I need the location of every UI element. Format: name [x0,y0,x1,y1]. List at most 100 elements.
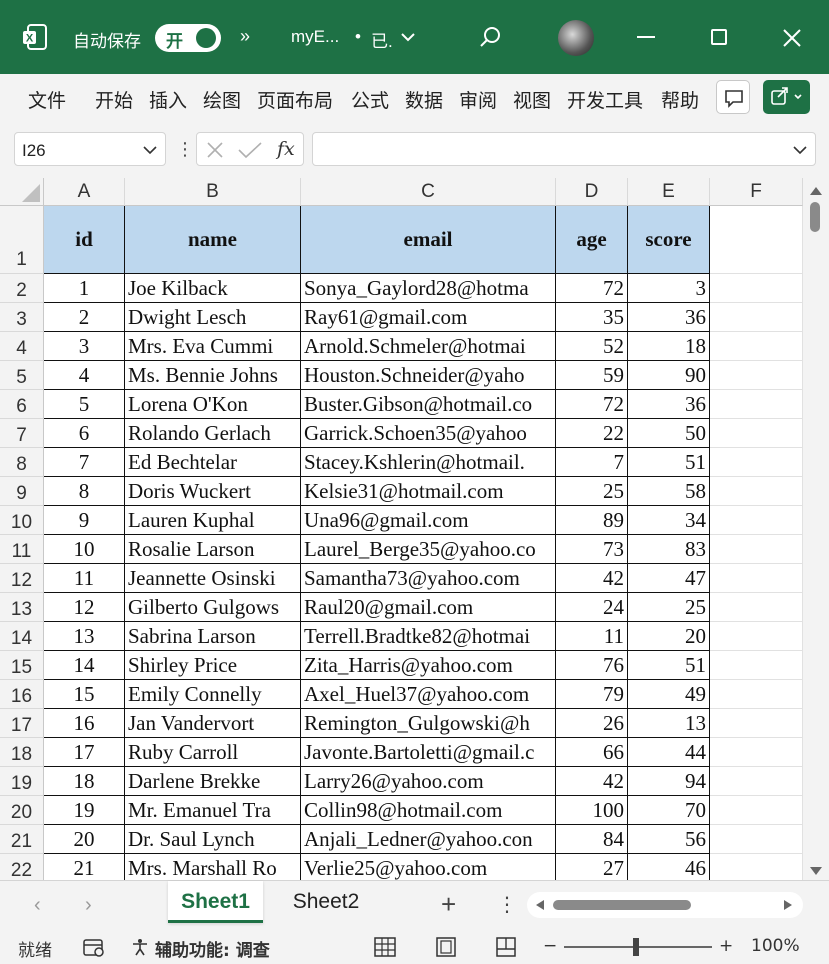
chevron-down-icon[interactable] [792,142,808,158]
table-cell[interactable]: Emily Connelly [125,680,301,709]
table-cell[interactable]: 46 [628,854,710,880]
empty-cell[interactable] [710,332,803,361]
table-cell[interactable]: 44 [628,738,710,767]
formula-input[interactable] [312,132,816,166]
column-header[interactable]: D [556,178,628,206]
empty-cell[interactable] [710,206,803,274]
table-cell[interactable]: Jeannette Osinski [125,564,301,593]
horizontal-scroll-thumb[interactable] [553,900,691,910]
table-cell[interactable]: 7 [556,448,628,477]
sheet-options-button[interactable]: ⋮ [497,892,517,917]
table-cell[interactable]: Garrick.Schoen35@yahoo [301,419,556,448]
table-cell[interactable]: 42 [556,564,628,593]
table-cell[interactable]: 22 [556,419,628,448]
sheet-tab-sheet1[interactable]: Sheet1 [168,881,263,923]
zoom-slider-thumb[interactable] [633,938,639,956]
next-sheet-icon[interactable]: › [85,894,92,917]
tab-insert[interactable]: 插入 [149,86,187,113]
row-header[interactable]: 4 [0,332,44,361]
accessibility-icon[interactable] [130,937,150,957]
empty-cell[interactable] [710,419,803,448]
table-cell[interactable]: Buster.Gibson@hotmail.co [301,390,556,419]
table-cell[interactable]: Jan Vandervort [125,709,301,738]
table-cell[interactable]: 66 [556,738,628,767]
empty-cell[interactable] [710,709,803,738]
table-cell[interactable]: 34 [628,506,710,535]
empty-cell[interactable] [710,680,803,709]
table-cell[interactable]: Lauren Kuphal [125,506,301,535]
table-cell[interactable]: 18 [44,767,125,796]
table-cell[interactable]: 26 [556,709,628,738]
row-header[interactable]: 10 [0,506,44,535]
table-cell[interactable]: 11 [44,564,125,593]
table-cell[interactable]: Sonya_Gaylord28@hotma [301,274,556,303]
zoom-level[interactable]: 100% [751,936,800,956]
saved-status[interactable]: 已. [371,27,393,52]
table-cell[interactable]: 83 [628,535,710,564]
table-cell[interactable]: 20 [44,825,125,854]
tab-data[interactable]: 数据 [405,86,443,113]
table-cell[interactable]: Verlie25@yahoo.com [301,854,556,880]
table-cell[interactable]: Kelsie31@hotmail.com [301,477,556,506]
table-cell[interactable]: Dwight Lesch [125,303,301,332]
row-header[interactable]: 12 [0,564,44,593]
insert-function-button[interactable]: fx [277,138,295,160]
column-header[interactable]: B [125,178,301,206]
table-cell[interactable]: Darlene Brekke [125,767,301,796]
chevron-down-icon[interactable] [142,142,158,158]
table-cell[interactable]: 90 [628,361,710,390]
empty-cell[interactable] [710,535,803,564]
cancel-icon[interactable] [205,140,225,160]
minimize-icon[interactable] [637,36,655,38]
table-cell[interactable]: 8 [44,477,125,506]
table-cell[interactable]: 47 [628,564,710,593]
table-cell[interactable]: 51 [628,651,710,680]
table-cell[interactable]: 58 [628,477,710,506]
avatar[interactable] [558,20,594,56]
table-cell[interactable]: Mrs. Eva Cummi [125,332,301,361]
table-cell[interactable]: 10 [44,535,125,564]
table-cell[interactable]: 9 [44,506,125,535]
table-cell[interactable]: 73 [556,535,628,564]
table-cell[interactable]: Sabrina Larson [125,622,301,651]
row-header[interactable]: 22 [0,854,44,880]
table-cell[interactable]: 17 [44,738,125,767]
row-header[interactable]: 20 [0,796,44,825]
row-header[interactable]: 1 [0,206,44,274]
name-box[interactable]: I26 [14,132,166,166]
table-cell[interactable]: 84 [556,825,628,854]
table-cell[interactable]: Larry26@yahoo.com [301,767,556,796]
row-header[interactable]: 21 [0,825,44,854]
table-cell[interactable]: Shirley Price [125,651,301,680]
prev-sheet-icon[interactable]: ‹ [34,894,41,917]
row-header[interactable]: 15 [0,651,44,680]
row-header[interactable]: 2 [0,274,44,303]
table-cell[interactable]: 14 [44,651,125,680]
scroll-up-icon[interactable] [809,186,823,196]
formula-bar-options[interactable]: ⋮ [176,139,194,160]
sheet-tab-sheet2[interactable]: Sheet2 [280,881,372,923]
scroll-down-icon[interactable] [809,866,823,876]
table-cell[interactable]: Houston.Schneider@yaho [301,361,556,390]
empty-cell[interactable] [710,274,803,303]
worksheet-grid[interactable]: A B C D E F 1 id name email age score 2 1 Joe Kilback S… [0,178,829,880]
table-cell[interactable]: 94 [628,767,710,796]
row-header[interactable]: 11 [0,535,44,564]
excel-app-icon[interactable]: X [22,24,48,50]
chevron-down-icon[interactable] [399,28,417,46]
header-cell[interactable]: score [628,206,710,274]
empty-cell[interactable] [710,825,803,854]
more-commands-button[interactable]: » [240,26,250,47]
empty-cell[interactable] [710,651,803,680]
table-cell[interactable]: 13 [44,622,125,651]
row-header[interactable]: 8 [0,448,44,477]
table-cell[interactable]: 56 [628,825,710,854]
file-name[interactable]: myE... [291,27,339,47]
table-cell[interactable]: 89 [556,506,628,535]
table-cell[interactable]: 5 [44,390,125,419]
maximize-icon[interactable] [711,29,727,45]
column-header[interactable]: F [710,178,803,206]
table-cell[interactable]: Ray61@gmail.com [301,303,556,332]
close-icon[interactable] [782,28,802,48]
search-icon[interactable] [479,26,501,48]
